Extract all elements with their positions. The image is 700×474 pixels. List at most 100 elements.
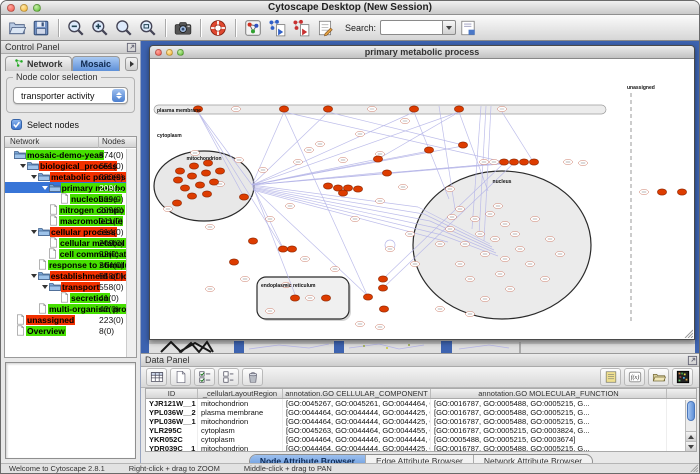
table-column-header[interactable]: _cellularLayoutRegion: [198, 389, 283, 398]
table-row[interactable]: YPL036W__2plasma membrane[GO:0044464, GO…: [146, 408, 696, 417]
table-row[interactable]: YJR121W__1mitochondrion[GO:0045267, GO:0…: [146, 399, 696, 408]
tree-row[interactable]: cell communicat22(0): [5, 248, 126, 259]
tree-row-node-count: 209(0): [99, 205, 124, 215]
search-input[interactable]: [380, 20, 442, 35]
search-config-button[interactable]: [456, 17, 480, 39]
tab-label: Network: [27, 59, 63, 69]
network-window-titlebar[interactable]: primary metabolic process: [150, 46, 694, 59]
table-cell: [GO:0016787, GO:0005215, GO:0003824, G..…: [431, 426, 667, 435]
function-builder-button[interactable]: f(x): [624, 368, 645, 386]
matrix-view-button[interactable]: [672, 368, 693, 386]
attribute-table-button[interactable]: [146, 368, 167, 386]
network-view-window[interactable]: primary metabolic process plasma membran…: [149, 45, 695, 340]
birds-eye-view[interactable]: [5, 362, 136, 459]
table-column-header[interactable]: ID: [146, 389, 198, 398]
attribute-table[interactable]: ID_cellularLayoutRegionannotation.GO CEL…: [145, 388, 697, 452]
import-attributes-button[interactable]: [648, 368, 669, 386]
tree-row[interactable]: response to stimulu264(0): [5, 259, 126, 270]
table-row[interactable]: YPL036W__1mitochondrion[GO:0044464, GO:0…: [146, 417, 696, 426]
tree-row[interactable]: secretion41(0): [5, 292, 126, 303]
tab-overflow-arrow-icon[interactable]: [125, 57, 138, 71]
network-window-title: primary metabolic process: [150, 47, 694, 57]
float-panel-icon[interactable]: [126, 42, 137, 53]
edge: [284, 112, 368, 297]
table-cell: [GO:0045267, GO:0045261, GO:0044464, G..…: [283, 399, 431, 408]
tab-network[interactable]: Network: [5, 56, 72, 71]
table-scrollbar[interactable]: [685, 400, 696, 451]
tree-row-node-count: 223(0): [99, 315, 124, 325]
table-cell: YPL036W__2: [146, 408, 198, 417]
zoom-in-button[interactable]: [88, 17, 112, 39]
window-resize-grip-icon[interactable]: [683, 328, 693, 338]
tree-row-node-count: 280(0): [99, 172, 124, 182]
help-button[interactable]: [206, 17, 230, 39]
selected-node: [279, 106, 288, 112]
status-message: Middle-click + drag to PAN: [244, 464, 332, 473]
select-nodes-checkbox[interactable]: [11, 119, 22, 130]
float-panel-icon[interactable]: [687, 355, 698, 366]
tree-row[interactable]: Overview8(0): [5, 325, 126, 336]
tab-mosaic[interactable]: Mosaic: [72, 56, 121, 71]
folder-icon: [38, 227, 50, 237]
tree-row[interactable]: establishment of lo558(0): [5, 270, 126, 281]
zoom-out-button[interactable]: [64, 17, 88, 39]
open-file-button[interactable]: [5, 17, 29, 39]
tree-row[interactable]: cellular process614(0): [5, 226, 126, 237]
tree-scrollbar[interactable]: [126, 149, 136, 357]
tree-expand-arrow-icon[interactable]: [19, 164, 27, 168]
table-row[interactable]: YDR039C__1mitochondrion[GO:0044464, GO:0…: [146, 444, 696, 452]
select-nodes-row[interactable]: Select nodes: [11, 119, 79, 130]
import-network-button[interactable]: [265, 17, 289, 39]
scroll-up-icon[interactable]: [686, 431, 696, 441]
node-color-dropdown[interactable]: transporter activity: [13, 87, 128, 104]
scroll-down-icon[interactable]: [686, 441, 696, 451]
tree-expand-arrow-icon[interactable]: [41, 285, 49, 289]
toolbar-separator: [200, 19, 201, 37]
tree-row[interactable]: nitrogen compo209(0): [5, 204, 126, 215]
tree-expand-arrow-icon[interactable]: [41, 186, 49, 190]
selected-node: [215, 168, 224, 174]
file-icon: [47, 204, 59, 215]
window-titlebar[interactable]: Cytoscape Desktop (New Session): [1, 1, 699, 15]
save-button[interactable]: [29, 17, 53, 39]
table-row[interactable]: YLR295Ccytoplasm[GO:0045263, GO:0044464,…: [146, 426, 696, 435]
create-attribute-button[interactable]: [170, 368, 191, 386]
tree-row[interactable]: primary metabol209(...: [5, 182, 126, 193]
node-color-groupbox: Node color selection transporter activit…: [6, 77, 135, 113]
tree-row[interactable]: cellular metabol209(0): [5, 237, 126, 248]
cytoscape-window: Cytoscape Desktop (New Session) Search: …: [0, 0, 700, 474]
zoom-selected-button[interactable]: [112, 17, 136, 39]
annotation-button[interactable]: [313, 17, 337, 39]
tree-header: Network Nodes: [5, 137, 136, 148]
tree-expand-arrow-icon[interactable]: [30, 230, 38, 234]
table-column-header[interactable]: annotation.GO CELLULAR_COMPONENT: [283, 389, 431, 398]
select-attributes-button[interactable]: [194, 368, 215, 386]
tree-row[interactable]: multi-organism pro42(0): [5, 303, 126, 314]
background-windows[interactable]: [149, 340, 695, 353]
tree-row-label: transport: [61, 282, 100, 292]
app-resize-grip-icon[interactable]: [689, 463, 698, 472]
snapshot-button[interactable]: [171, 17, 195, 39]
export-network-button[interactable]: [289, 17, 313, 39]
tree-row[interactable]: mosaic-demo-yeast874(0): [5, 149, 126, 160]
tree-row[interactable]: biological_process651(0): [5, 160, 126, 171]
tree-expand-arrow-icon[interactable]: [30, 274, 38, 278]
delete-attribute-button[interactable]: [242, 368, 263, 386]
search-dropdown-arrow-icon[interactable]: [442, 20, 456, 35]
attribute-batch-button[interactable]: [600, 368, 621, 386]
tree-row[interactable]: unassigned223(0): [5, 314, 126, 325]
folder-icon: [38, 271, 50, 281]
unselect-attributes-button[interactable]: [218, 368, 239, 386]
network-canvas[interactable]: plasma membranecytoplasmmitochondrionnuc…: [150, 59, 694, 339]
selected-node: [278, 246, 287, 252]
vizmapper-button[interactable]: [241, 17, 265, 39]
tree-row[interactable]: transport558(0): [5, 281, 126, 292]
table-row[interactable]: YKR052Ccytoplasm[GO:0044464, GO:0044446,…: [146, 435, 696, 444]
tree-row[interactable]: metabolic process280(0): [5, 171, 126, 182]
zoom-fit-button[interactable]: [136, 17, 160, 39]
table-column-header[interactable]: annotation.GO MOLECULAR_FUNCTION: [431, 389, 667, 398]
tree-row[interactable]: nucleobase-209(0): [5, 193, 126, 204]
tree-row[interactable]: macromolecule311(0): [5, 215, 126, 226]
scrollbar-thumb[interactable]: [687, 401, 695, 421]
tree-expand-arrow-icon[interactable]: [30, 175, 38, 179]
